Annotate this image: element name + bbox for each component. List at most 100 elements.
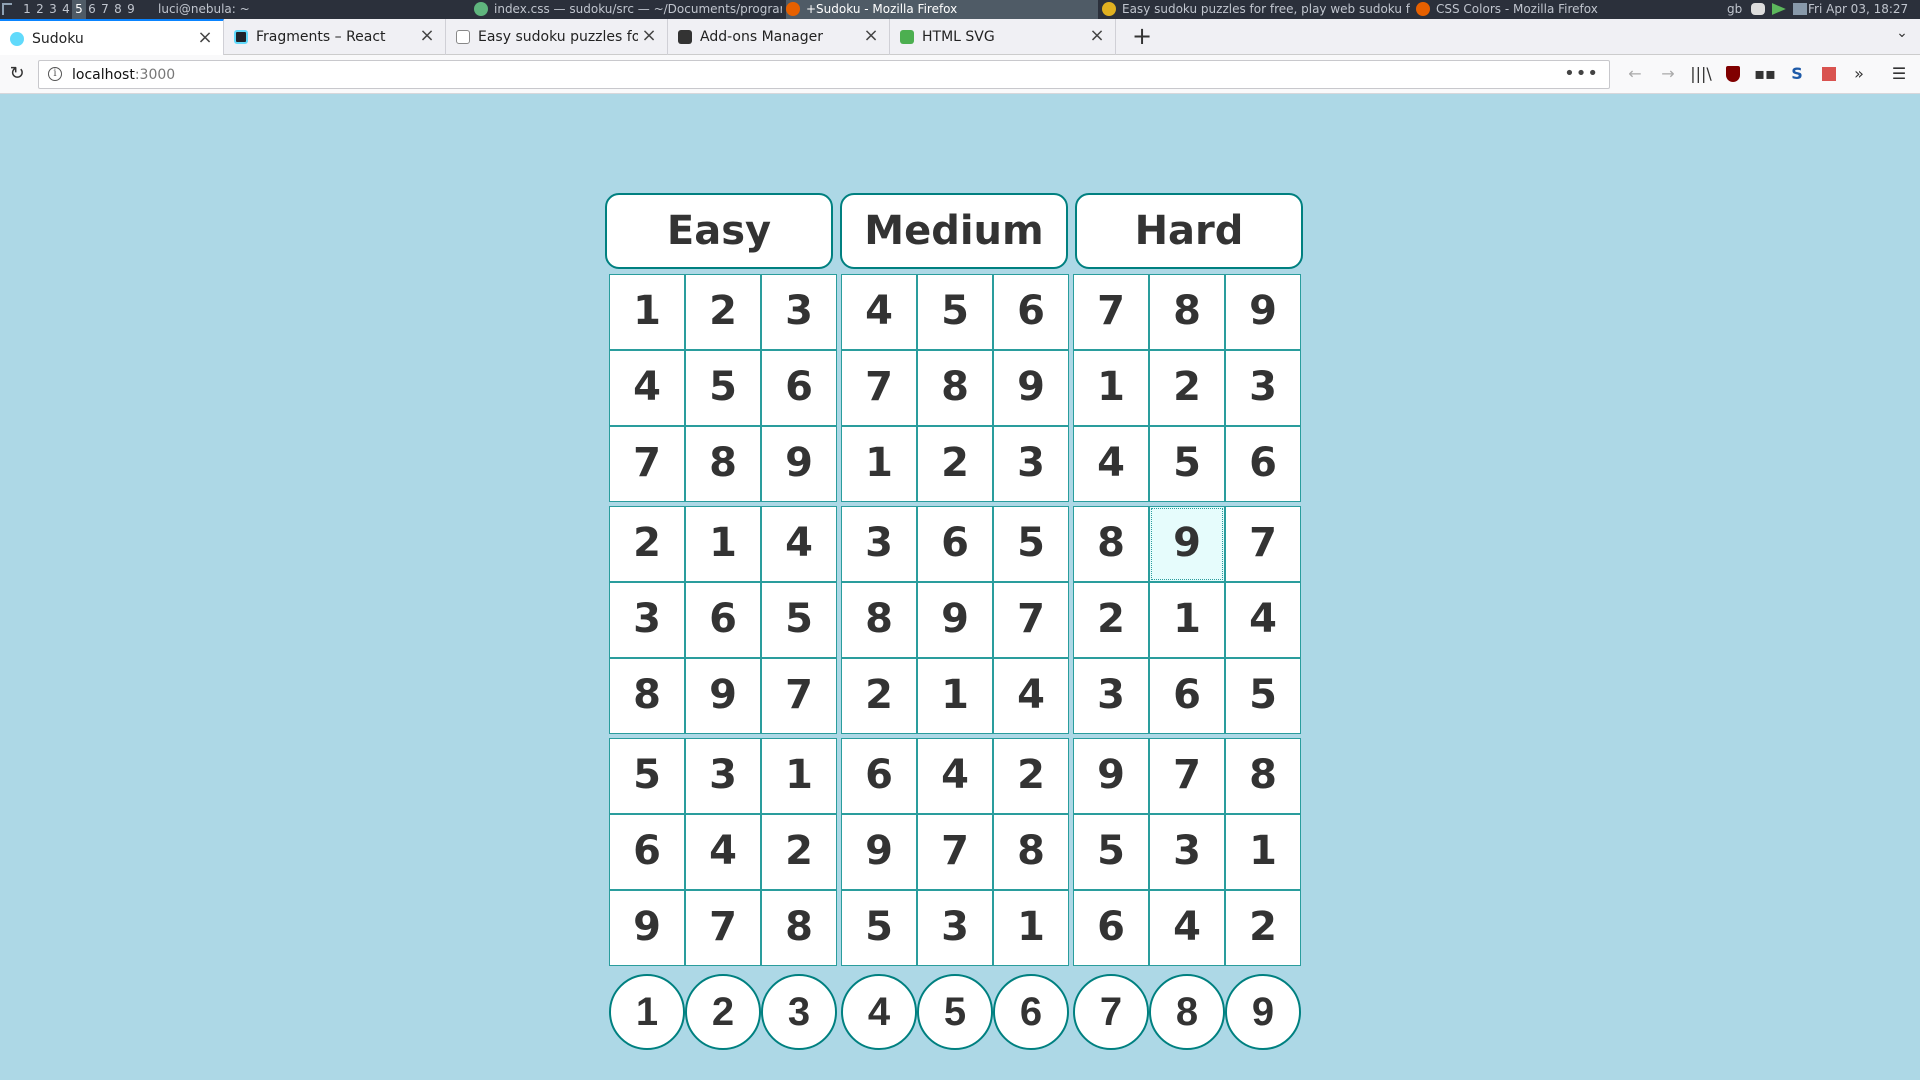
workspace-6[interactable]: 6 xyxy=(85,0,99,19)
hard-button[interactable]: Hard xyxy=(1075,193,1303,269)
sudoku-cell[interactable]: 6 xyxy=(761,350,837,426)
sudoku-cell[interactable]: 9 xyxy=(917,582,993,658)
workspace-7[interactable]: 7 xyxy=(98,0,112,19)
sudoku-cell[interactable]: 9 xyxy=(1225,274,1301,350)
sudoku-cell[interactable]: 1 xyxy=(1149,582,1225,658)
number-button[interactable]: 1 xyxy=(609,974,685,1050)
sudoku-cell[interactable]: 2 xyxy=(1225,890,1301,966)
sudoku-cell[interactable]: 7 xyxy=(685,890,761,966)
sudoku-cell[interactable]: 3 xyxy=(1073,658,1149,734)
sudoku-cell[interactable]: 5 xyxy=(1073,814,1149,890)
url-bar[interactable]: i localhost:3000 ••• xyxy=(38,60,1610,89)
sudoku-cell[interactable]: 1 xyxy=(1225,814,1301,890)
workspace-3[interactable]: 3 xyxy=(46,0,60,19)
sudoku-cell[interactable]: 4 xyxy=(609,350,685,426)
sudoku-cell[interactable]: 2 xyxy=(841,658,917,734)
sudoku-cell[interactable]: 9 xyxy=(685,658,761,734)
keyboard-layout[interactable]: gb xyxy=(1727,0,1742,19)
sudoku-cell[interactable]: 5 xyxy=(761,582,837,658)
workspace-1[interactable]: 1 xyxy=(20,0,34,19)
sudoku-cell[interactable]: 9 xyxy=(993,350,1069,426)
medium-button[interactable]: Medium xyxy=(840,193,1068,269)
sudoku-cell[interactable]: 6 xyxy=(993,274,1069,350)
sudoku-cell[interactable]: 5 xyxy=(841,890,917,966)
sudoku-cell[interactable]: 4 xyxy=(1225,582,1301,658)
sudoku-cell[interactable]: 5 xyxy=(917,274,993,350)
sudoku-cell[interactable]: 2 xyxy=(993,738,1069,814)
sudoku-cell[interactable]: 9 xyxy=(609,890,685,966)
network-icon[interactable] xyxy=(1792,3,1807,15)
tab-addons-manager[interactable]: Add-ons Manager × xyxy=(668,19,890,55)
window-terminal[interactable]: luci@nebula: ~ xyxy=(158,0,458,19)
sudoku-cell[interactable]: 5 xyxy=(685,350,761,426)
sudoku-cell[interactable]: 7 xyxy=(917,814,993,890)
sudoku-cell[interactable]: 4 xyxy=(1149,890,1225,966)
play-icon[interactable] xyxy=(1771,3,1786,15)
sudoku-cell[interactable]: 4 xyxy=(841,274,917,350)
sudoku-cell[interactable]: 7 xyxy=(1073,274,1149,350)
page-actions-icon[interactable]: ••• xyxy=(1564,64,1599,84)
sudoku-cell[interactable]: 4 xyxy=(761,506,837,582)
sudoku-cell[interactable]: 8 xyxy=(1073,506,1149,582)
back-icon[interactable]: ← xyxy=(1622,63,1648,85)
sudoku-cell[interactable]: 7 xyxy=(1149,738,1225,814)
sudoku-cell[interactable]: 9 xyxy=(1149,506,1225,582)
menu-icon[interactable]: ☰ xyxy=(1886,63,1912,85)
sudoku-cell[interactable]: 6 xyxy=(841,738,917,814)
sudoku-cell[interactable]: 3 xyxy=(761,274,837,350)
sudoku-cell[interactable]: 7 xyxy=(993,582,1069,658)
sudoku-cell[interactable]: 4 xyxy=(993,658,1069,734)
sudoku-cell[interactable]: 2 xyxy=(1149,350,1225,426)
sudoku-cell[interactable]: 1 xyxy=(993,890,1069,966)
library-icon[interactable]: |||\ xyxy=(1688,63,1714,85)
url-text[interactable]: localhost:3000 xyxy=(72,66,175,84)
number-button[interactable]: 2 xyxy=(685,974,761,1050)
sudoku-cell[interactable]: 8 xyxy=(685,426,761,502)
sudoku-cell[interactable]: 6 xyxy=(685,582,761,658)
sudoku-cell[interactable]: 9 xyxy=(841,814,917,890)
sudoku-cell[interactable]: 1 xyxy=(609,274,685,350)
stylus-icon[interactable]: S xyxy=(1784,63,1810,85)
tab-fragments-react[interactable]: Fragments – React × xyxy=(224,19,446,55)
sudoku-cell[interactable]: 2 xyxy=(609,506,685,582)
number-button[interactable]: 6 xyxy=(993,974,1069,1050)
workspace-5[interactable]: 5 xyxy=(72,0,86,19)
sudoku-cell[interactable]: 3 xyxy=(685,738,761,814)
sudoku-cell[interactable]: 5 xyxy=(1225,658,1301,734)
sudoku-cell[interactable]: 1 xyxy=(761,738,837,814)
forward-icon[interactable]: → xyxy=(1655,63,1681,85)
sudoku-cell[interactable]: 6 xyxy=(1225,426,1301,502)
sudoku-cell[interactable]: 5 xyxy=(1149,426,1225,502)
sudoku-cell[interactable]: 7 xyxy=(841,350,917,426)
sudoku-cell[interactable]: 2 xyxy=(917,426,993,502)
window-atom[interactable]: index.css — sudoku/src — ~/Documents/pro… xyxy=(474,0,782,19)
number-button[interactable]: 5 xyxy=(917,974,993,1050)
sudoku-cell[interactable]: 6 xyxy=(1073,890,1149,966)
tab-html-svg[interactable]: HTML SVG × xyxy=(890,19,1116,55)
number-button[interactable]: 4 xyxy=(841,974,917,1050)
number-button[interactable]: 3 xyxy=(761,974,837,1050)
sudoku-cell[interactable]: 2 xyxy=(685,274,761,350)
window-chrome[interactable]: Easy sudoku puzzles for free, play web s… xyxy=(1102,0,1410,19)
sudoku-cell[interactable]: 7 xyxy=(609,426,685,502)
close-icon[interactable]: × xyxy=(1089,26,1105,46)
workspace-8[interactable]: 8 xyxy=(111,0,125,19)
tab-sudoku[interactable]: Sudoku × xyxy=(0,19,224,55)
ublock-icon[interactable] xyxy=(1720,63,1746,85)
close-icon[interactable]: × xyxy=(641,26,657,46)
sudoku-cell[interactable]: 3 xyxy=(1149,814,1225,890)
sudoku-cell[interactable]: 1 xyxy=(841,426,917,502)
easy-button[interactable]: Easy xyxy=(605,193,833,269)
workspace-2[interactable]: 2 xyxy=(33,0,47,19)
sudoku-cell[interactable]: 8 xyxy=(609,658,685,734)
workspace-9[interactable]: 9 xyxy=(124,0,138,19)
close-icon[interactable]: × xyxy=(419,26,435,46)
sudoku-cell[interactable]: 1 xyxy=(1073,350,1149,426)
sudoku-cell[interactable]: 9 xyxy=(761,426,837,502)
window-firefox-css[interactable]: CSS Colors - Mozilla Firefox xyxy=(1416,0,1716,19)
tab-list-chevron-icon[interactable]: ⌄ xyxy=(1892,25,1912,49)
discord-icon[interactable] xyxy=(1751,3,1765,15)
sudoku-cell[interactable]: 7 xyxy=(1225,506,1301,582)
sudoku-cell[interactable]: 6 xyxy=(917,506,993,582)
sudoku-cell[interactable]: 4 xyxy=(1073,426,1149,502)
